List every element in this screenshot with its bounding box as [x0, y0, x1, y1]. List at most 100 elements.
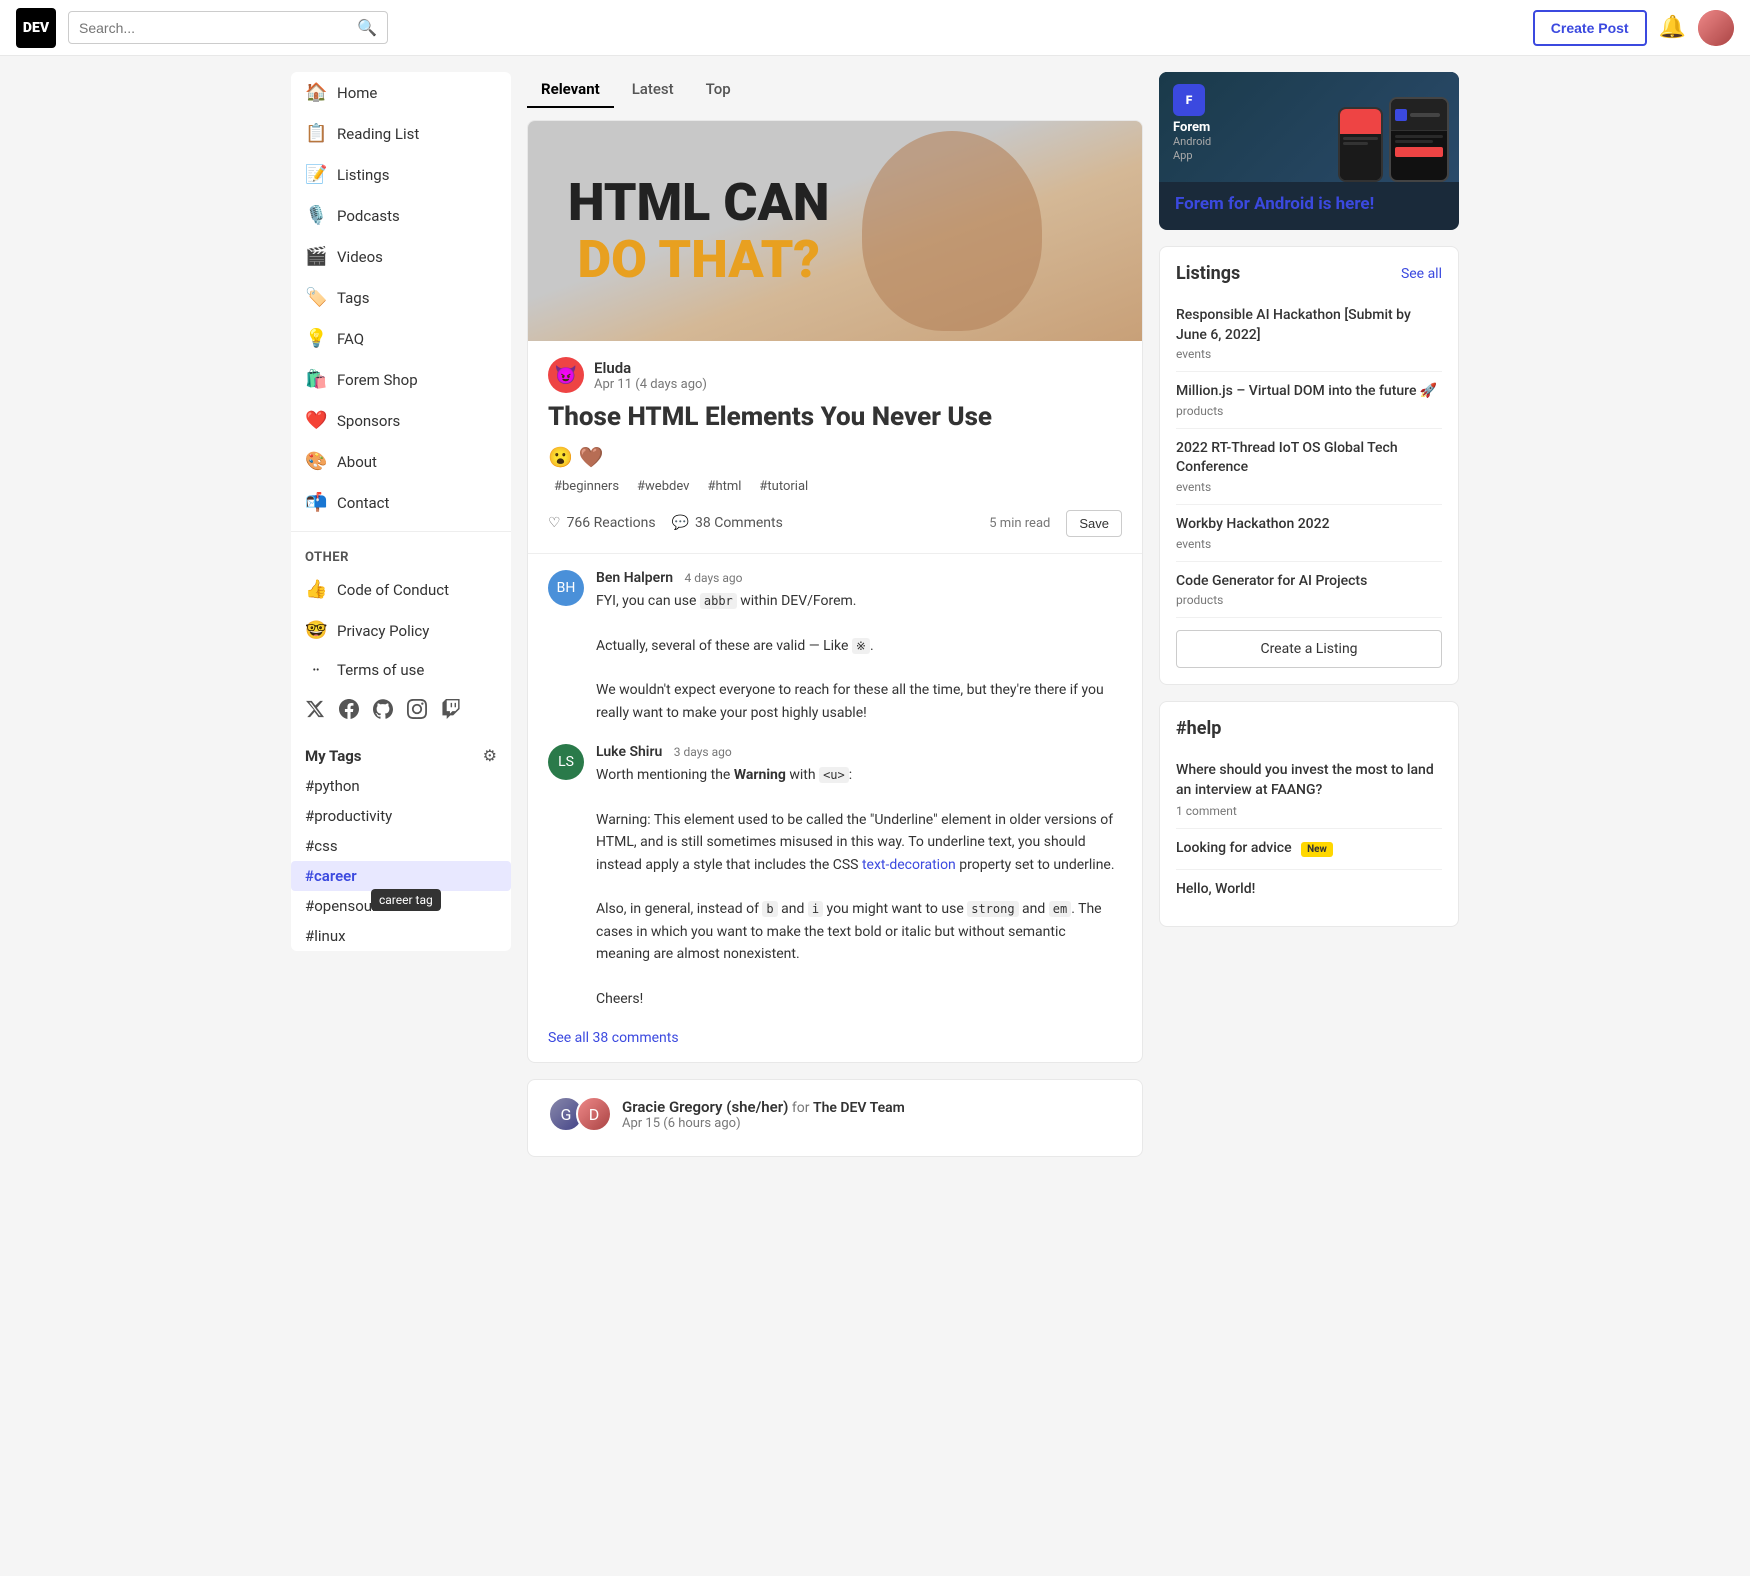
- listing-category-4: events: [1176, 537, 1442, 551]
- career-tag-tooltip: career tag: [371, 889, 441, 911]
- sidebar-item-listings[interactable]: 📝 Listings: [291, 154, 511, 195]
- sidebar-label-tags: Tags: [337, 289, 369, 307]
- sidebar-item-videos[interactable]: 🎬 Videos: [291, 236, 511, 277]
- see-all-comments-link[interactable]: See all 38 comments: [548, 1030, 1122, 1046]
- sidebar-item-sponsors[interactable]: ❤️ Sponsors: [291, 400, 511, 441]
- comment-date-2: 3 days ago: [674, 745, 732, 759]
- other-section-title: Other: [291, 540, 511, 569]
- listing-item-5: Code Generator for AI Projects products: [1176, 562, 1442, 619]
- tag-career[interactable]: #career: [291, 861, 511, 891]
- tab-latest[interactable]: Latest: [618, 72, 688, 108]
- tag-css[interactable]: #css: [291, 831, 511, 861]
- emoji-1: 😮: [548, 445, 573, 469]
- reactions-button[interactable]: ♡ 766 Reactions: [548, 515, 656, 531]
- listing-name-5[interactable]: Code Generator for AI Projects: [1176, 572, 1442, 592]
- notification-icon[interactable]: 🔔: [1659, 15, 1686, 40]
- settings-icon[interactable]: ⚙: [483, 746, 497, 765]
- listing-item-4: Workby Hackathon 2022 events: [1176, 505, 1442, 562]
- listing-name-4[interactable]: Workby Hackathon 2022: [1176, 515, 1442, 535]
- author-name[interactable]: Eluda: [594, 359, 707, 377]
- sidebar-label-about: About: [337, 453, 377, 471]
- help-question-2[interactable]: Looking for advice New: [1176, 839, 1442, 859]
- comment-author-2[interactable]: Luke Shiru: [596, 744, 662, 760]
- reactions-count: 766 Reactions: [567, 515, 656, 531]
- tags-row: #beginners #webdev #html #tutorial: [548, 477, 1122, 496]
- author-info-2: Gracie Gregory (she/her) for The DEV Tea…: [622, 1098, 905, 1131]
- create-post-button[interactable]: Create Post: [1533, 10, 1647, 46]
- author-row-2: G D Gracie Gregory (she/her) for The DEV…: [548, 1096, 1122, 1132]
- promo-link[interactable]: Forem for Android is here!: [1175, 194, 1374, 214]
- search-bar: 🔍: [68, 11, 388, 44]
- podcasts-icon: 🎙️: [305, 205, 327, 226]
- tag-pill-webdev[interactable]: #webdev: [631, 477, 695, 496]
- comment-text-1: FYI, you can use abbr within DEV/Forem. …: [596, 590, 1122, 724]
- listings-title: Listings: [1176, 263, 1240, 284]
- sidebar-item-about[interactable]: 🎨 About: [291, 441, 511, 482]
- sidebar-item-contact[interactable]: 📬 Contact: [291, 482, 511, 523]
- help-question-3[interactable]: Hello, World!: [1176, 880, 1442, 900]
- tag-python[interactable]: #python: [291, 771, 511, 801]
- article-title[interactable]: Those HTML Elements You Never Use: [548, 401, 1122, 435]
- help-item-2: Looking for advice New: [1176, 829, 1442, 870]
- tab-top[interactable]: Top: [692, 72, 745, 108]
- help-title: #help: [1176, 718, 1442, 739]
- sidebar-item-faq[interactable]: 💡 FAQ: [291, 318, 511, 359]
- tags-icon: 🏷️: [305, 287, 327, 308]
- comments-section: BH Ben Halpern 4 days ago FYI, you can u…: [528, 553, 1142, 1063]
- author-name-2: Gracie Gregory (she/her) for The DEV Tea…: [622, 1098, 905, 1116]
- site-logo[interactable]: DEV: [16, 8, 56, 48]
- save-button[interactable]: Save: [1066, 510, 1122, 537]
- listing-item-3: 2022 RT-Thread IoT OS Global Tech Confer…: [1176, 429, 1442, 505]
- sidebar-label-listings: Listings: [337, 166, 389, 184]
- social-links: [291, 689, 511, 734]
- search-icon: 🔍: [357, 18, 377, 37]
- sidebar-item-terms-of-use[interactable]: •• Terms of use: [291, 651, 511, 689]
- tag-pill-html[interactable]: #html: [701, 477, 747, 496]
- emoji-2: 🤎: [579, 445, 604, 469]
- listing-name-2[interactable]: Million.js – Virtual DOM into the future…: [1176, 382, 1442, 402]
- twitter-link[interactable]: [305, 699, 325, 724]
- author-avatar-stacked-2: D: [576, 1096, 612, 1132]
- sidebar-label-terms-of-use: Terms of use: [337, 661, 424, 679]
- promo-card: F Forem AndroidApp: [1159, 72, 1459, 230]
- about-icon: 🎨: [305, 451, 327, 472]
- comment-author-1[interactable]: Ben Halpern: [596, 570, 673, 586]
- listing-name-3[interactable]: 2022 RT-Thread IoT OS Global Tech Confer…: [1176, 439, 1442, 478]
- sidebar-item-home[interactable]: 🏠 Home: [291, 72, 511, 113]
- tag-pill-tutorial[interactable]: #tutorial: [753, 477, 814, 496]
- sidebar-item-privacy-policy[interactable]: 🤓 Privacy Policy: [291, 610, 511, 651]
- avatar-image: [1698, 10, 1734, 46]
- promo-tablet: [1389, 97, 1449, 182]
- author-team[interactable]: The DEV Team: [813, 1100, 905, 1116]
- tag-linux[interactable]: #linux: [291, 921, 511, 951]
- main-content: Relevant Latest Top HTML CAN DO THAT? 😈: [527, 72, 1143, 1173]
- help-question-1[interactable]: Where should you invest the most to land…: [1176, 761, 1442, 800]
- listings-icon: 📝: [305, 164, 327, 185]
- instagram-link[interactable]: [407, 699, 427, 724]
- listing-name-1[interactable]: Responsible AI Hackathon [Submit by June…: [1176, 306, 1442, 345]
- terms-icon: ••: [305, 665, 327, 676]
- tag-productivity[interactable]: #productivity: [291, 801, 511, 831]
- tag-pill-beginners[interactable]: #beginners: [548, 477, 625, 496]
- sidebar-item-reading-list[interactable]: 📋 Reading List: [291, 113, 511, 154]
- sidebar-item-code-of-conduct[interactable]: 👍 Code of Conduct: [291, 569, 511, 610]
- comment-date-1: 4 days ago: [685, 571, 743, 585]
- search-input[interactable]: [79, 20, 349, 36]
- see-all-listings-link[interactable]: See all: [1401, 266, 1442, 282]
- sidebar-item-forem-shop[interactable]: 🛍️ Forem Shop: [291, 359, 511, 400]
- sidebar-item-podcasts[interactable]: 🎙️ Podcasts: [291, 195, 511, 236]
- create-listing-button[interactable]: Create a Listing: [1176, 630, 1442, 668]
- forem-label: F Forem AndroidApp: [1173, 84, 1211, 164]
- facebook-link[interactable]: [339, 699, 359, 724]
- comment-content-1: Ben Halpern 4 days ago FYI, you can use …: [596, 570, 1122, 724]
- new-badge: New: [1301, 842, 1333, 857]
- twitch-link[interactable]: [441, 699, 461, 724]
- github-link[interactable]: [373, 699, 393, 724]
- sidebar-item-tags[interactable]: 🏷️ Tags: [291, 277, 511, 318]
- promo-body: Forem for Android is here!: [1159, 182, 1459, 230]
- comment-content-2: Luke Shiru 3 days ago Worth mentioning t…: [596, 744, 1122, 1010]
- user-avatar[interactable]: [1698, 10, 1734, 46]
- tab-relevant[interactable]: Relevant: [527, 72, 614, 108]
- comments-button[interactable]: 💬 38 Comments: [672, 515, 783, 531]
- author-name-span[interactable]: Gracie Gregory (she/her): [622, 1098, 788, 1116]
